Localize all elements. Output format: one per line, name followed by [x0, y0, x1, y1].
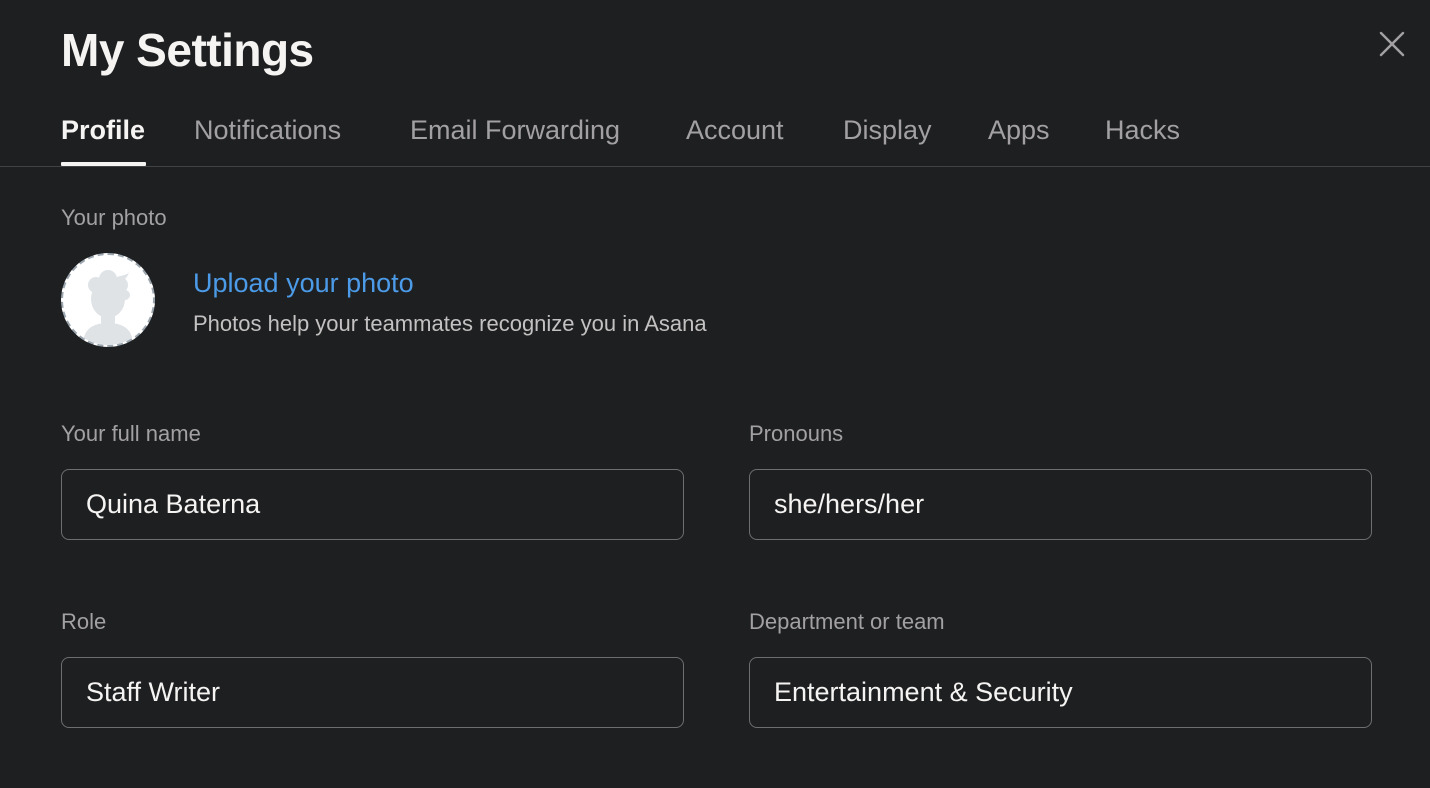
photo-section-label: Your photo [61, 205, 167, 230]
pronouns-label: Pronouns [749, 421, 844, 446]
pronouns-input[interactable] [749, 469, 1372, 540]
tab-email-forwarding[interactable]: Email Forwarding [410, 112, 620, 148]
tab-account[interactable]: Account [686, 112, 784, 148]
department-input[interactable] [749, 657, 1372, 728]
tab-notifications[interactable]: Notifications [194, 112, 341, 148]
tab-apps[interactable]: Apps [988, 112, 1050, 148]
upload-photo-link[interactable]: Upload your photo [193, 266, 414, 300]
department-label: Department or team [749, 609, 945, 634]
active-tab-indicator [61, 162, 146, 166]
full-name-label: Your full name [61, 421, 201, 446]
page-title: My Settings [61, 24, 314, 76]
role-input[interactable] [61, 657, 684, 728]
settings-tabs: Profile Notifications Email Forwarding A… [0, 100, 1430, 167]
full-name-input[interactable] [61, 469, 684, 540]
tab-hacks[interactable]: Hacks [1105, 112, 1180, 148]
photo-helper-text: Photos help your teammates recognize you… [193, 311, 707, 336]
default-avatar-icon [83, 270, 133, 345]
close-icon [1379, 31, 1405, 57]
avatar[interactable] [61, 253, 155, 347]
tab-display[interactable]: Display [843, 112, 932, 148]
tab-profile[interactable]: Profile [61, 112, 145, 148]
close-button[interactable] [1372, 24, 1412, 64]
role-label: Role [61, 609, 107, 634]
